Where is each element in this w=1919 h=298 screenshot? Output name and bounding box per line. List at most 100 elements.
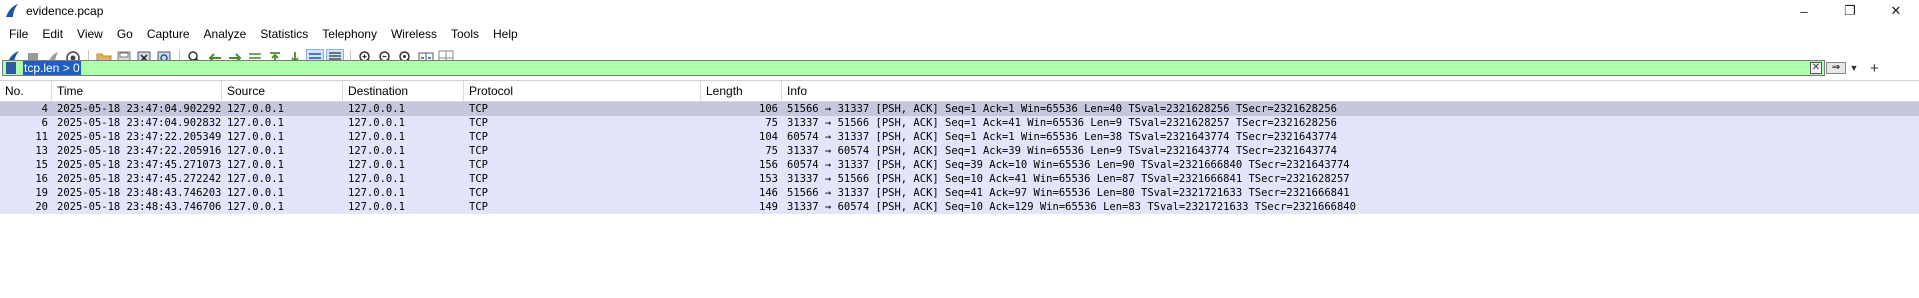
cell-info: 31337 → 60574 [PSH, ACK] Seq=1 Ack=39 Wi…	[787, 145, 1337, 157]
cell-length: 75	[765, 117, 778, 129]
table-row[interactable]: 11 2025-05-18 23:47:22.205349 127.0.0.1 127…	[0, 130, 1919, 144]
cell-source: 127.0.0.1	[227, 159, 284, 171]
menu-bar: File Edit View Go Capture Analyze Statis…	[0, 22, 1919, 46]
cell-time: 2025-05-18 23:47:45.271073	[57, 159, 222, 171]
menu-file[interactable]: File	[2, 22, 35, 46]
cell-info: 31337 → 51566 [PSH, ACK] Seq=10 Ack=41 W…	[787, 173, 1350, 185]
filter-history-chevron-icon[interactable]: ▼	[1849, 63, 1859, 73]
packet-list: No. Time Source Destination Protocol Len…	[0, 80, 1919, 298]
cell-length: 75	[765, 145, 778, 157]
menu-edit[interactable]: Edit	[35, 22, 70, 46]
col-header-protocol[interactable]: Protocol	[464, 81, 701, 101]
cell-info: 31337 → 60574 [PSH, ACK] Seq=10 Ack=129 …	[787, 201, 1356, 213]
table-row[interactable]: 13 2025-05-18 23:47:22.205916 127.0.0.1 127…	[0, 144, 1919, 158]
cell-destination: 127.0.0.1	[348, 103, 405, 115]
cell-destination: 127.0.0.1	[348, 173, 405, 185]
clear-filter-icon[interactable]: ✕	[1810, 62, 1822, 74]
table-row[interactable]: 20 2025-05-18 23:48:43.746706 127.0.0.1 127…	[0, 200, 1919, 214]
col-header-destination[interactable]: Destination	[343, 81, 464, 101]
cell-no: 13	[35, 145, 48, 157]
packet-list-header: No. Time Source Destination Protocol Len…	[0, 81, 1919, 102]
menu-capture[interactable]: Capture	[140, 22, 197, 46]
cell-length: 149	[759, 201, 778, 213]
cell-length: 153	[759, 173, 778, 185]
menu-telephony[interactable]: Telephony	[315, 22, 384, 46]
maximize-button[interactable]: ❐	[1827, 0, 1873, 22]
cell-time: 2025-05-18 23:47:04.902292	[57, 103, 222, 115]
cell-time: 2025-05-18 23:47:45.272242	[57, 173, 222, 185]
cell-time: 2025-05-18 23:47:04.902832	[57, 117, 222, 129]
table-row[interactable]: 15 2025-05-18 23:47:45.271073 127.0.0.1 127…	[0, 158, 1919, 172]
menu-analyze[interactable]: Analyze	[197, 22, 254, 46]
cell-protocol: TCP	[469, 117, 488, 129]
cell-time: 2025-05-18 23:48:43.746706	[57, 201, 222, 213]
window-title: evidence.pcap	[26, 4, 104, 18]
menu-view[interactable]: View	[70, 22, 110, 46]
menu-help[interactable]: Help	[486, 22, 525, 46]
cell-info: 51566 → 31337 [PSH, ACK] Seq=1 Ack=1 Win…	[787, 103, 1337, 115]
cell-destination: 127.0.0.1	[348, 201, 405, 213]
cell-source: 127.0.0.1	[227, 145, 284, 157]
col-header-info[interactable]: Info	[782, 81, 1919, 101]
cell-length: 146	[759, 187, 778, 199]
cell-no: 20	[35, 201, 48, 213]
wireshark-fin-icon	[6, 4, 18, 17]
cell-destination: 127.0.0.1	[348, 117, 405, 129]
apply-filter-icon[interactable]: ⇒	[1826, 62, 1846, 74]
cell-destination: 127.0.0.1	[348, 131, 405, 143]
cell-info: 31337 → 51566 [PSH, ACK] Seq=1 Ack=41 Wi…	[787, 117, 1337, 129]
cell-source: 127.0.0.1	[227, 117, 284, 129]
title-bar: evidence.pcap – ❐ ✕	[0, 0, 1919, 22]
minimize-button[interactable]: –	[1781, 0, 1827, 22]
cell-source: 127.0.0.1	[227, 173, 284, 185]
cell-info: 51566 → 31337 [PSH, ACK] Seq=41 Ack=97 W…	[787, 187, 1350, 199]
col-header-no[interactable]: No.	[0, 81, 52, 101]
cell-no: 16	[35, 173, 48, 185]
cell-time: 2025-05-18 23:48:43.746203	[57, 187, 222, 199]
cell-info: 60574 → 31337 [PSH, ACK] Seq=1 Ack=1 Win…	[787, 131, 1337, 143]
cell-source: 127.0.0.1	[227, 131, 284, 143]
cell-protocol: TCP	[469, 187, 488, 199]
cell-source: 127.0.0.1	[227, 103, 284, 115]
menu-statistics[interactable]: Statistics	[253, 22, 315, 46]
display-filter-input[interactable]: tcp.len > 0 ✕	[2, 60, 1825, 76]
cell-length: 106	[759, 103, 778, 115]
cell-no: 4	[41, 103, 48, 115]
cell-source: 127.0.0.1	[227, 201, 284, 213]
col-header-length[interactable]: Length	[701, 81, 782, 101]
menu-go[interactable]: Go	[110, 22, 140, 46]
cell-protocol: TCP	[469, 201, 488, 213]
cell-protocol: TCP	[469, 131, 488, 143]
cell-no: 15	[35, 159, 48, 171]
cell-time: 2025-05-18 23:47:22.205916	[57, 145, 222, 157]
table-row[interactable]: 16 2025-05-18 23:47:45.272242 127.0.0.1 127…	[0, 172, 1919, 186]
table-row[interactable]: 4 2025-05-18 23:47:04.902292 127.0.0.1 127.…	[0, 102, 1919, 116]
cell-no: 19	[35, 187, 48, 199]
cell-no: 6	[41, 117, 48, 129]
cell-destination: 127.0.0.1	[348, 187, 405, 199]
add-filter-button-icon[interactable]: +	[1870, 60, 1879, 77]
filter-text[interactable]: tcp.len > 0	[23, 61, 81, 75]
cell-no: 11	[35, 131, 48, 143]
cell-protocol: TCP	[469, 173, 488, 185]
window-controls: – ❐ ✕	[1781, 0, 1919, 22]
display-filter-bar: tcp.len > 0 ✕ ⇒ ▼ +	[0, 59, 1919, 78]
cell-destination: 127.0.0.1	[348, 145, 405, 157]
menu-wireless[interactable]: Wireless	[384, 22, 444, 46]
filter-bookmark-icon[interactable]	[6, 62, 16, 74]
cell-length: 156	[759, 159, 778, 171]
cell-length: 104	[759, 131, 778, 143]
close-button[interactable]: ✕	[1873, 0, 1919, 22]
col-header-source[interactable]: Source	[222, 81, 343, 101]
cell-protocol: TCP	[469, 145, 488, 157]
cell-protocol: TCP	[469, 159, 488, 171]
menu-tools[interactable]: Tools	[444, 22, 486, 46]
cell-destination: 127.0.0.1	[348, 159, 405, 171]
table-row[interactable]: 6 2025-05-18 23:47:04.902832 127.0.0.1 127.…	[0, 116, 1919, 130]
col-header-time[interactable]: Time	[52, 81, 222, 101]
cell-protocol: TCP	[469, 103, 488, 115]
cell-source: 127.0.0.1	[227, 187, 284, 199]
packet-rows: 4 2025-05-18 23:47:04.902292 127.0.0.1 127.…	[0, 102, 1919, 214]
table-row[interactable]: 19 2025-05-18 23:48:43.746203 127.0.0.1 127…	[0, 186, 1919, 200]
cell-info: 60574 → 31337 [PSH, ACK] Seq=39 Ack=10 W…	[787, 159, 1350, 171]
